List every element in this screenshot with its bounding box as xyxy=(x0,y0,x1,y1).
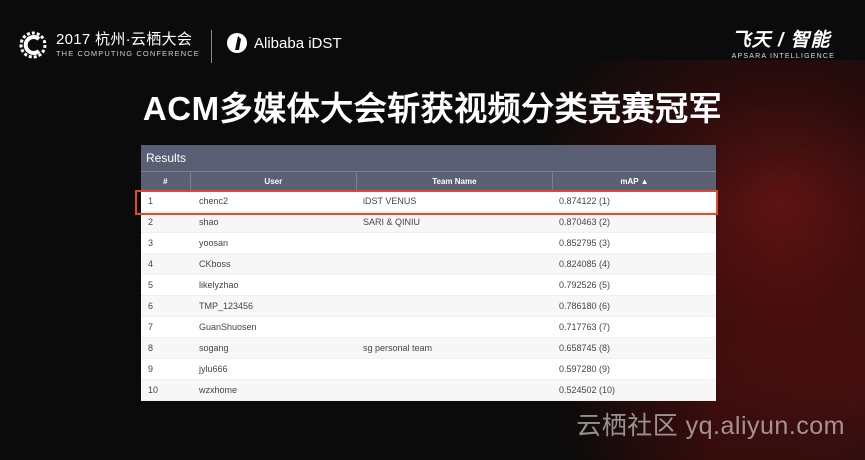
conference-subtitle: THE COMPUTING CONFERENCE xyxy=(56,49,200,58)
cell-rank: 4 xyxy=(148,259,154,269)
cell-map: 0.824085 (4) xyxy=(559,259,611,269)
cell-rank: 6 xyxy=(148,301,154,311)
column-header-map[interactable]: mAP ▲ xyxy=(553,172,716,191)
cell-rank: 7 xyxy=(148,322,154,332)
column-header-user[interactable]: User xyxy=(191,172,357,191)
cell-team xyxy=(356,275,552,295)
table-body: 1 chenc2 iDST VENUS 0.874122 (1) 2 shao … xyxy=(141,191,716,401)
cell-rank: 8 xyxy=(148,343,154,353)
cell-map: 0.658745 (8) xyxy=(559,343,611,353)
cell-map: 0.792526 (5) xyxy=(559,280,611,290)
cell-user: GuanShuosen xyxy=(199,322,257,332)
cell-map: 0.874122 (1) xyxy=(559,196,611,206)
cell-rank: 5 xyxy=(148,280,154,290)
cell-rank: 2 xyxy=(148,217,154,227)
table-row: 1 chenc2 iDST VENUS 0.874122 (1) xyxy=(141,191,716,212)
cell-rank: 9 xyxy=(148,364,154,374)
cell-user: shao xyxy=(199,217,219,227)
brand-main-text: 飞天 / 智能 xyxy=(731,30,831,51)
column-header-rank[interactable]: # xyxy=(141,172,191,191)
cell-user: wzxhome xyxy=(199,385,238,395)
cell-team xyxy=(356,296,552,316)
table-header-row: # User Team Name mAP ▲ xyxy=(141,171,716,191)
cell-map: 0.786180 (6) xyxy=(559,301,611,311)
header-divider xyxy=(211,30,212,63)
cell-team xyxy=(356,233,552,253)
partner-logo: Alibaba iDST xyxy=(226,32,342,54)
cell-team xyxy=(356,317,552,337)
results-panel-title: Results xyxy=(141,145,716,171)
table-row: 8 sogang sg personal team 0.658745 (8) xyxy=(141,338,716,359)
cell-user: sogang xyxy=(199,343,229,353)
cell-user: CKboss xyxy=(199,259,231,269)
cell-team xyxy=(356,380,552,400)
cell-team xyxy=(356,359,552,379)
conference-title: 2017 杭州·云栖大会 xyxy=(56,31,193,48)
table-row: 6 TMP_123456 0.786180 (6) xyxy=(141,296,716,317)
cell-rank: 3 xyxy=(148,238,154,248)
idst-logo-icon xyxy=(227,33,247,53)
cell-team: iDST VENUS xyxy=(363,196,417,206)
cell-map: 0.717763 (7) xyxy=(559,322,611,332)
cell-map: 0.597280 (9) xyxy=(559,364,611,374)
conference-logo: 2017 杭州·云栖大会 THE COMPUTING CONFERENCE xyxy=(18,30,200,60)
page-title: ACM多媒体大会斩获视频分类竞赛冠军 xyxy=(142,90,723,127)
table-row: 9 jylu666 0.597280 (9) xyxy=(141,359,716,380)
cell-user: yoosan xyxy=(199,238,229,248)
brand-sub-text: APSARA INTELLIGENCE xyxy=(731,53,835,60)
computing-conference-logo-icon xyxy=(19,31,47,59)
watermark: 云栖社区 yq.aliyun.com xyxy=(576,412,845,440)
cell-map: 0.852795 (3) xyxy=(559,238,611,248)
table-row: 10 wzxhome 0.524502 (10) xyxy=(141,380,716,401)
cell-user: chenc2 xyxy=(199,196,229,206)
cell-team: sg personal team xyxy=(363,343,433,353)
cell-user: TMP_123456 xyxy=(199,301,254,311)
cell-user: likelyzhao xyxy=(199,280,239,290)
cell-team: SARI & QINIU xyxy=(363,217,421,227)
cell-map: 0.870463 (2) xyxy=(559,217,611,227)
cell-rank: 1 xyxy=(148,196,154,206)
column-header-team[interactable]: Team Name xyxy=(357,172,553,191)
cell-team xyxy=(356,254,552,274)
cell-user: jylu666 xyxy=(199,364,228,374)
results-panel: Results # User Team Name mAP ▲ 1 chenc2 … xyxy=(141,145,716,401)
table-row: 5 likelyzhao 0.792526 (5) xyxy=(141,275,716,296)
apsara-brand: 飞天 / 智能 APSARA INTELLIGENCE xyxy=(732,30,835,62)
partner-name: Alibaba iDST xyxy=(254,34,342,52)
table-row: 4 CKboss 0.824085 (4) xyxy=(141,254,716,275)
table-row: 2 shao SARI & QINIU 0.870463 (2) xyxy=(141,212,716,233)
table-row: 7 GuanShuosen 0.717763 (7) xyxy=(141,317,716,338)
cell-rank: 10 xyxy=(148,385,159,395)
table-row: 3 yoosan 0.852795 (3) xyxy=(141,233,716,254)
cell-map: 0.524502 (10) xyxy=(559,385,616,395)
